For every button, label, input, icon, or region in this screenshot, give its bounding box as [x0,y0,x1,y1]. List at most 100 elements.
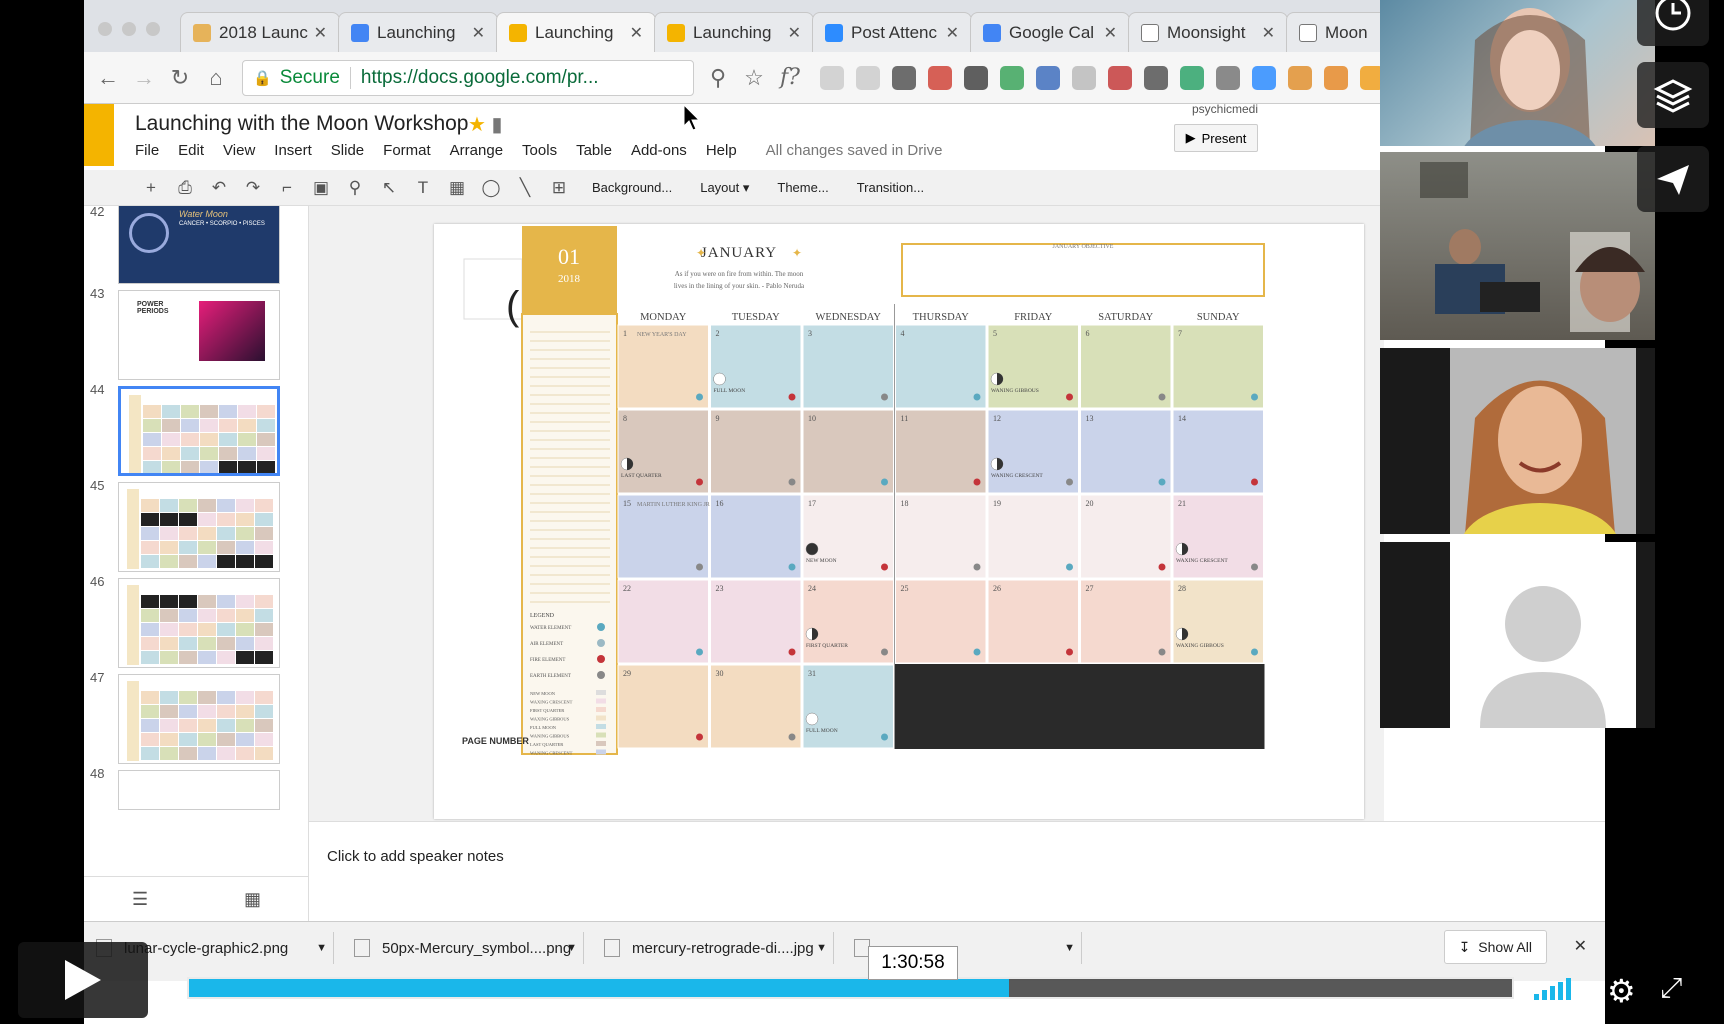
zoom-icon[interactable]: ⚲ [340,174,370,202]
slide-thumbnail-row[interactable]: 44 [84,382,308,482]
extension-icon[interactable] [856,65,880,90]
google-slides-logo[interactable] [84,104,114,166]
extension-icon[interactable] [928,65,952,90]
window-close-dot[interactable] [98,22,112,36]
extension-icon[interactable] [1108,65,1132,90]
toolbar-layout-button[interactable]: Layout ▾ [700,180,749,196]
home-icon[interactable]: ⌂ [198,60,234,96]
crop-icon[interactable]: ▣ [306,174,336,202]
comment-icon[interactable]: ⊞ [544,174,574,202]
undo-icon[interactable]: ↶ [204,174,234,202]
account-name[interactable]: psychicmedi [1192,102,1258,116]
reload-icon[interactable]: ↻ [162,60,198,96]
menu-edit[interactable]: Edit [178,142,204,159]
tab-close-icon[interactable]: ✕ [472,23,485,43]
redo-icon[interactable]: ↷ [238,174,268,202]
tab-close-icon[interactable]: ✕ [1104,23,1117,43]
menu-slide[interactable]: Slide [331,142,364,159]
print-icon[interactable]: ⎙ [170,174,200,202]
volume-icon[interactable] [1534,976,1574,1000]
extension-icon[interactable] [1288,65,1312,90]
toolbar-background-button[interactable]: Background... [592,180,672,195]
slide-thumbnail-row[interactable]: 42 Water Moon CANCER • SCORPIO • PISCES [84,206,308,290]
download-item[interactable]: mercury-retrograde-di....jpg ▼ [592,932,834,964]
slide-thumbnail-row[interactable]: 43 POWER PERIODS [84,286,308,386]
participant-video-1[interactable] [1380,0,1655,146]
folder-icon[interactable]: ▮ [492,114,503,136]
menu-format[interactable]: Format [383,142,431,159]
slide-thumbnail-row[interactable]: 46 [84,574,308,674]
extension-icon[interactable] [1072,65,1096,90]
collections-icon[interactable] [1637,62,1709,128]
browser-tab[interactable]: Google Cal ✕ [970,12,1130,52]
fullscreen-icon[interactable]: ⤢ [1660,972,1682,1005]
extension-icon[interactable] [964,65,988,90]
extension-icon[interactable] [1216,65,1240,90]
url-input[interactable]: 🔒 Secure https://docs.google.com/pr... [242,59,694,96]
toolbar-transition-button[interactable]: Transition... [857,180,924,195]
extension-icon[interactable] [1324,65,1348,90]
chevron-down-icon[interactable]: ▼ [566,942,577,954]
menu-arrange[interactable]: Arrange [450,142,503,159]
browser-tab[interactable]: 2018 Launc ✕ [180,12,340,52]
extension-icon[interactable] [892,65,916,90]
menu-add-ons[interactable]: Add-ons [631,142,687,159]
image-icon[interactable]: ▦ [442,174,472,202]
window-maximize-dot[interactable] [146,22,160,36]
formula-extension-icon[interactable]: f? [772,60,808,96]
share-icon[interactable] [1637,146,1709,212]
browser-tab[interactable]: Moonsight ✕ [1128,12,1288,52]
menu-table[interactable]: Table [576,142,612,159]
speaker-notes[interactable]: Click to add speaker notes ✚ [309,821,1605,921]
select-icon[interactable]: ↖ [374,174,404,202]
browser-tab[interactable]: Launching ✕ [338,12,498,52]
tab-close-icon[interactable]: ✕ [788,23,801,43]
slide-thumbnail[interactable] [118,482,280,572]
chevron-down-icon[interactable]: ▼ [316,942,327,954]
download-item[interactable]: 50px-Mercury_symbol....png ▼ [342,932,584,964]
list-view-icon[interactable]: ☰ [132,889,148,910]
tab-close-icon[interactable]: ✕ [946,23,959,43]
slide-thumbnail[interactable] [118,578,280,668]
tab-close-icon[interactable]: ✕ [314,23,327,43]
slide-thumbnail[interactable]: POWER PERIODS [118,290,280,380]
browser-tab[interactable]: Launching ✕ [654,12,814,52]
close-downloads-icon[interactable]: ✕ [1574,936,1587,956]
grid-view-icon[interactable]: ▦ [244,889,261,910]
line-icon[interactable]: ╲ [510,174,540,202]
back-icon[interactable]: ← [90,60,126,96]
chevron-down-icon[interactable]: ▼ [816,942,827,954]
extension-icon[interactable] [820,65,844,90]
menu-insert[interactable]: Insert [274,142,312,159]
browser-tab[interactable]: Post Attenc ✕ [812,12,972,52]
present-button[interactable]: ▶ Present [1174,124,1258,152]
menu-view[interactable]: View [223,142,255,159]
slide-thumbnail-row[interactable]: 47 [84,670,308,770]
slide-thumbnail[interactable] [118,386,280,476]
slide-thumbnail[interactable]: Water Moon CANCER • SCORPIO • PISCES [118,206,280,284]
slide-thumbnail[interactable] [118,770,280,810]
participant-video-4[interactable] [1380,542,1655,728]
toolbar-theme-button[interactable]: Theme... [777,180,828,195]
chevron-down-icon[interactable]: ▼ [1064,942,1075,954]
window-minimize-dot[interactable] [122,22,136,36]
slide-thumbnail-row[interactable]: 48 [84,766,308,866]
shape-icon[interactable]: ◯ [476,174,506,202]
menu-help[interactable]: Help [706,142,737,159]
menu-tools[interactable]: Tools [522,142,557,159]
extension-icon[interactable] [1144,65,1168,90]
text-box-icon[interactable]: T [408,174,438,202]
watch-later-icon[interactable] [1637,0,1709,46]
calendar-slide[interactable]: (01 2018 LEGEND WATER ELEMENT AIR ELEMENT FIR… [434,224,1364,819]
extension-icon[interactable] [1036,65,1060,90]
zoom-icon[interactable]: ⚲ [700,60,736,96]
star-icon[interactable]: ★ [468,114,486,136]
tab-close-icon[interactable]: ✕ [630,23,643,43]
extension-icon[interactable] [1180,65,1204,90]
extension-icon[interactable] [1252,65,1276,90]
paint-format-icon[interactable]: ⌐ [272,174,302,202]
document-title[interactable]: Launching with the Moon Workshop [135,112,468,136]
video-progress-bar[interactable] [187,977,1514,999]
menu-file[interactable]: File [135,142,159,159]
forward-icon[interactable]: → [126,60,162,96]
